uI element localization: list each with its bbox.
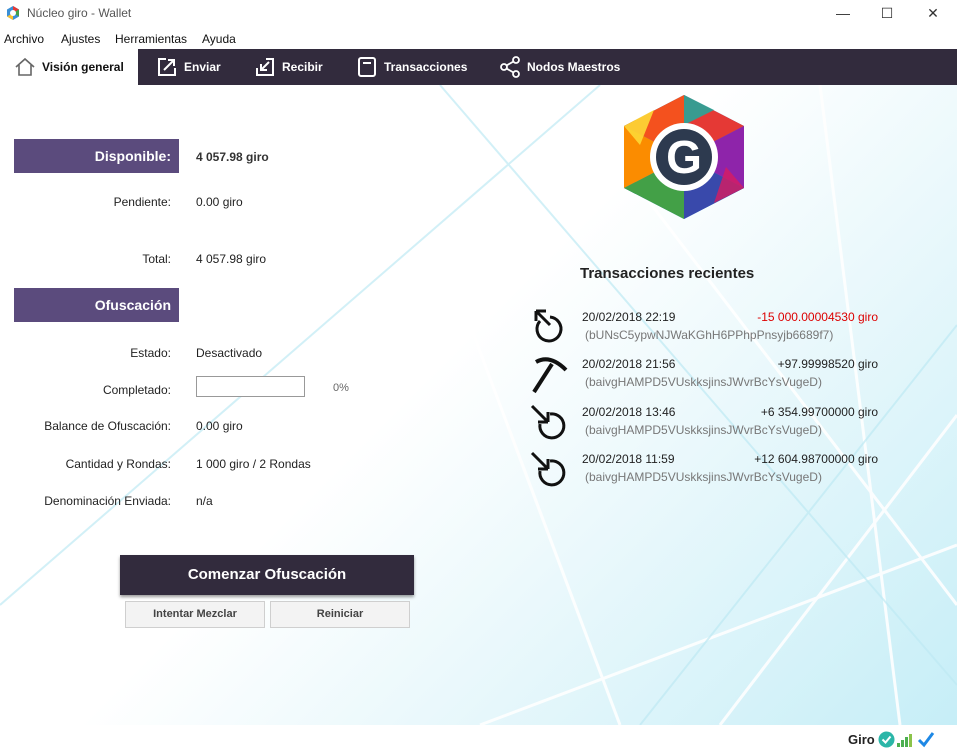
giro-logo: G [624, 95, 744, 219]
menu-ayuda[interactable]: Ayuda [202, 32, 236, 46]
transaction-date: 20/02/2018 11:59 [582, 452, 675, 466]
tab-send[interactable]: Enviar [156, 49, 221, 85]
connections-signal-icon[interactable] [897, 732, 915, 747]
transaction-address: (bUNsC5ypwNJWaKGhH6PPhpPnsyjb6689f7) [585, 328, 834, 342]
transaction-date: 20/02/2018 21:56 [582, 357, 676, 371]
sent-icon [534, 309, 563, 343]
app-logo-icon [7, 6, 19, 20]
state-label: Estado: [130, 346, 171, 360]
pending-balance: 0.00 giro [196, 195, 243, 209]
transaction-address: (baivgHAMPD5VUskksjinsJWvrBcYsVugeD) [585, 423, 822, 437]
tab-label: Visión general [42, 60, 124, 74]
tab-masternodes[interactable]: Nodos Maestros [499, 49, 620, 85]
denomination-label: Denominación Enviada: [44, 494, 171, 508]
amount-rounds-label: Cantidad y Rondas: [65, 457, 171, 471]
overview-page: Disponible: 4 057.98 giro Pendiente: 0.0… [0, 85, 957, 725]
window-title: Núcleo giro - Wallet [27, 6, 132, 20]
state-value: Desactivado [196, 346, 263, 360]
tab-overview[interactable]: Visión general [0, 49, 138, 85]
total-balance: 4 057.98 giro [196, 252, 267, 266]
transaction-date: 20/02/2018 22:19 [582, 310, 676, 324]
total-label: Total: [142, 252, 171, 266]
pending-label: Pendiente: [113, 195, 171, 209]
transaction-row[interactable]: 20/02/2018 13:46 +6 354.99700000 giro (b… [528, 402, 888, 448]
transaction-address: (baivgHAMPD5VUskksjinsJWvrBcYsVugeD) [585, 470, 822, 484]
mined-icon [532, 357, 568, 394]
denomination-value: n/a [196, 494, 213, 508]
title-bar: Núcleo giro - Wallet — ☐ ✕ [0, 0, 957, 26]
recent-transactions-title: Transacciones recientes [580, 265, 755, 282]
obfuscation-header: Ofuscación [14, 288, 179, 322]
completed-percent: 0% [333, 382, 349, 394]
tab-receive[interactable]: Recibir [254, 49, 323, 85]
minimize-button[interactable]: — [820, 0, 866, 26]
tab-label: Recibir [282, 60, 323, 74]
home-icon [15, 57, 35, 76]
transactions-icon [358, 57, 376, 77]
transaction-row[interactable]: 20/02/2018 11:59 +12 604.98700000 giro (… [528, 449, 888, 495]
close-button[interactable]: ✕ [910, 0, 956, 26]
completed-label: Completado: [102, 383, 171, 397]
transaction-address: (baivgHAMPD5VUskksjinsJWvrBcYsVugeD) [585, 375, 822, 389]
checkmark-icon [917, 732, 935, 748]
available-balance: 4 057.98 giro [196, 150, 269, 164]
tab-label: Nodos Maestros [527, 60, 621, 74]
amount-rounds-value: 1 000 giro / 2 Rondas [196, 457, 311, 471]
received-icon [530, 451, 566, 487]
received-icon [530, 404, 566, 440]
svg-text:G: G [666, 131, 702, 183]
transaction-amount: +97.99998520 giro [777, 357, 878, 371]
transaction-row[interactable]: 20/02/2018 21:56 +97.99998520 giro (baiv… [528, 354, 888, 400]
transaction-amount: +6 354.99700000 giro [760, 405, 878, 419]
start-obfuscation-button[interactable]: Comenzar Ofuscación [120, 555, 414, 595]
transaction-amount: -15 000.00004530 giro [757, 310, 878, 324]
main-toolbar: Visión general Enviar Recibir Transaccio… [0, 49, 957, 85]
transaction-row[interactable]: 20/02/2018 22:19 -15 000.00004530 giro (… [528, 307, 888, 353]
menu-archivo[interactable]: Archivo [4, 32, 44, 46]
menu-herramientas[interactable]: Herramientas [115, 32, 187, 46]
transaction-date: 20/02/2018 13:46 [582, 405, 676, 419]
try-mix-button[interactable]: Intentar Mezclar [125, 601, 265, 628]
network-label: Giro [848, 732, 875, 747]
send-icon [158, 58, 176, 76]
available-header: Disponible: [14, 139, 179, 173]
reset-button[interactable]: Reiniciar [270, 601, 410, 628]
menu-ajustes[interactable]: Ajustes [61, 32, 100, 46]
share-icon [500, 56, 520, 78]
tab-label: Transacciones [384, 60, 468, 74]
receive-icon [256, 58, 274, 76]
tab-transactions[interactable]: Transacciones [356, 49, 467, 85]
synced-check-icon [878, 731, 895, 748]
tab-label: Enviar [184, 60, 221, 74]
completed-progress-bar [196, 376, 305, 397]
menu-bar: Archivo Ajustes Herramientas Ayuda [0, 28, 957, 48]
obfuscation-balance-label: Balance de Ofuscación: [44, 419, 171, 433]
obfuscation-balance: 0.00 giro [196, 419, 243, 433]
maximize-button[interactable]: ☐ [864, 0, 910, 26]
transaction-amount: +12 604.98700000 giro [754, 452, 878, 466]
status-bar: Giro [0, 725, 957, 754]
